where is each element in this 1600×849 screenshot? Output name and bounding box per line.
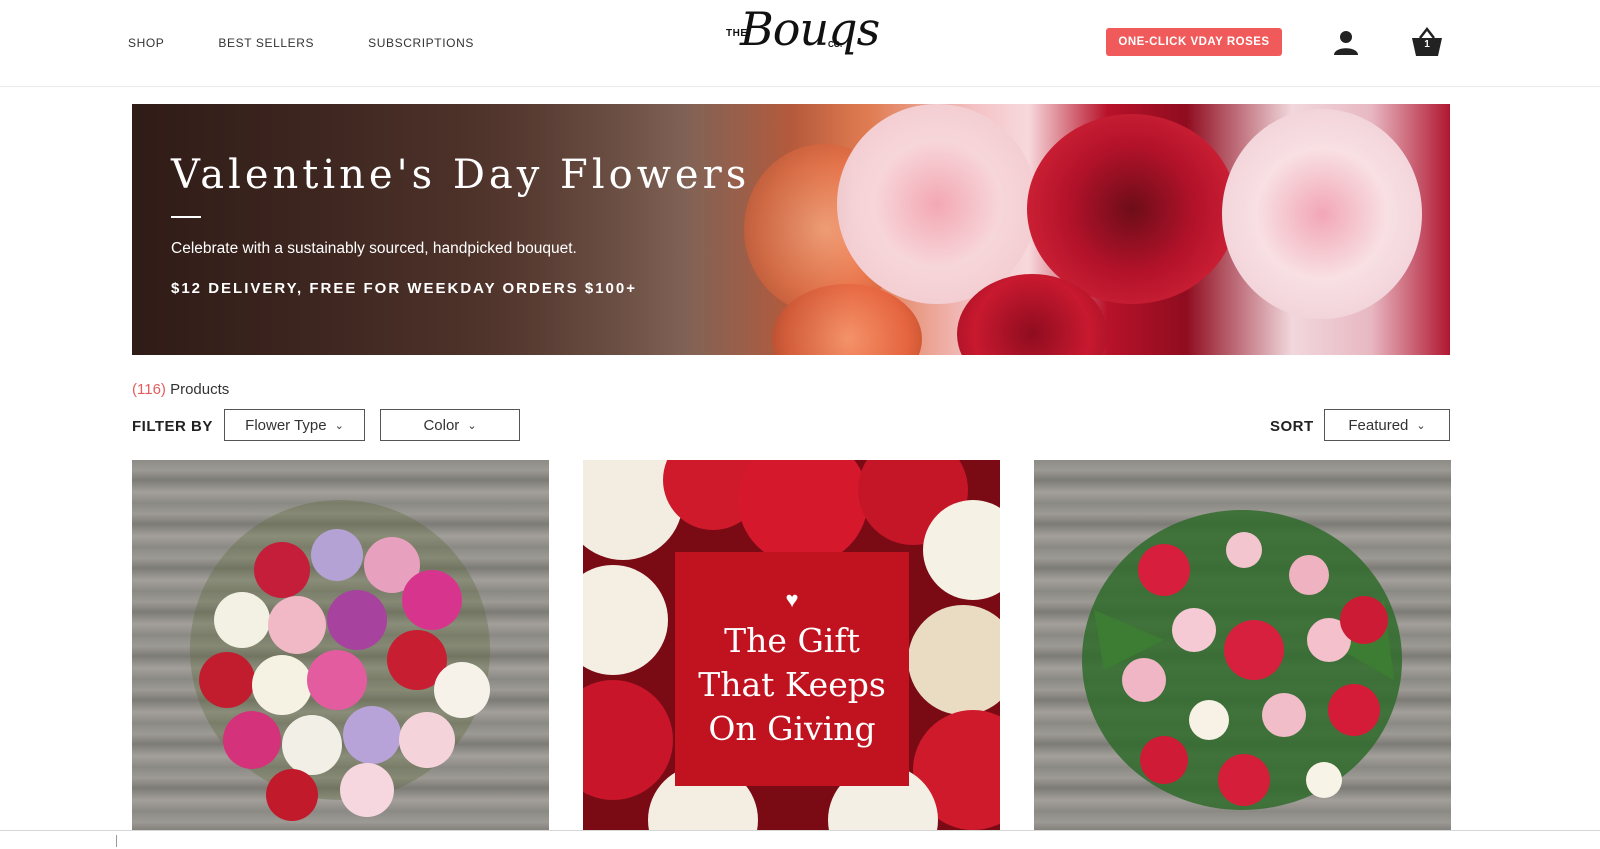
chevron-down-icon: ⌄: [334, 419, 344, 432]
browser-status-bar: [0, 830, 1600, 849]
hero-divider: [171, 216, 201, 218]
roses-and-alstroemeria-image: [1082, 510, 1402, 810]
hero-rose-pink-2: [1222, 109, 1422, 319]
color-filter-label: Color: [423, 416, 460, 434]
product-count: (116) Products: [132, 381, 229, 398]
product-card[interactable]: [132, 460, 549, 832]
hero-rose-pink: [837, 104, 1037, 304]
account-button[interactable]: [1332, 28, 1360, 56]
gift-overlay-line: On Giving: [708, 709, 876, 748]
sort-value: Featured: [1348, 416, 1409, 434]
user-icon: [1334, 31, 1358, 55]
sort-label: SORT: [1270, 418, 1314, 435]
color-filter[interactable]: Color ⌄: [380, 409, 520, 441]
cart-count: 1: [1424, 39, 1430, 50]
mixed-roses-bouquet-image: [190, 500, 490, 821]
flower-type-filter[interactable]: Flower Type ⌄: [224, 409, 365, 441]
product-count-label: Products: [170, 381, 230, 398]
heart-arrow-icon: ♥: [785, 587, 799, 612]
hero-banner: Valentine's Day Flowers Celebrate with a…: [132, 104, 1450, 355]
product-count-number: (116): [132, 381, 166, 398]
filter-by-label: FILTER BY: [132, 418, 213, 435]
gift-overlay: ♥ The Gift That Keeps On Giving: [675, 552, 909, 786]
hero-rose-red: [1027, 114, 1237, 304]
nav-shop[interactable]: SHOP: [128, 36, 164, 50]
one-click-vday-roses-button[interactable]: ONE-CLICK VDAY ROSES: [1106, 28, 1282, 56]
product-card[interactable]: [1034, 460, 1451, 832]
product-card[interactable]: ♥ The Gift That Keeps On Giving: [583, 460, 1000, 832]
logo-co: CO.: [828, 40, 843, 49]
status-bar-divider: [116, 835, 117, 847]
chevron-down-icon: ⌄: [1416, 419, 1426, 432]
hero-shade: [132, 104, 852, 355]
logo-wordmark: Bouqs: [740, 2, 880, 56]
flower-type-filter-label: Flower Type: [245, 416, 327, 434]
bouqs-logo[interactable]: THE Bouqs CO.: [722, 2, 880, 80]
gift-overlay-line: The Gift: [724, 621, 860, 660]
sort-dropdown[interactable]: Featured ⌄: [1324, 409, 1450, 441]
main-nav: SHOP BEST SELLERS SUBSCRIPTIONS: [128, 36, 528, 50]
hero-subtitle: Celebrate with a sustainably sourced, ha…: [171, 240, 577, 257]
chevron-down-icon: ⌄: [467, 419, 477, 432]
cart-button[interactable]: 1: [1410, 26, 1444, 58]
site-header: SHOP BEST SELLERS SUBSCRIPTIONS THE Bouq…: [0, 0, 1600, 87]
nav-best-sellers[interactable]: BEST SELLERS: [218, 36, 314, 50]
gift-overlay-line: That Keeps: [698, 665, 886, 704]
hero-title: Valentine's Day Flowers: [171, 152, 751, 198]
hero-delivery-note: $12 DELIVERY, FREE FOR WEEKDAY ORDERS $1…: [171, 280, 637, 297]
nav-subscriptions[interactable]: SUBSCRIPTIONS: [368, 36, 474, 50]
